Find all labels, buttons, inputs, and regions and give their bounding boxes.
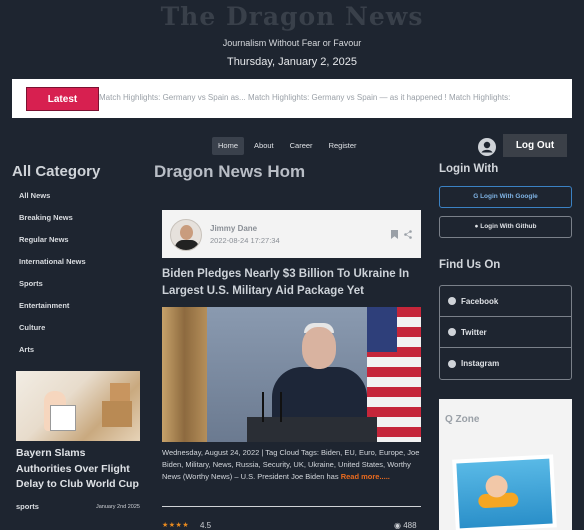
author-avatar <box>170 219 202 251</box>
nav-item-about[interactable]: About <box>248 137 280 155</box>
category-item-breaking-news[interactable]: Breaking News <box>19 212 86 234</box>
category-item-culture[interactable]: Culture <box>19 322 86 344</box>
q-zone-image[interactable] <box>452 454 557 530</box>
category-heading: All Category <box>12 163 101 180</box>
article-divider <box>162 506 421 507</box>
q-zone-heading: Q Zone <box>445 414 480 425</box>
social-twitter-label: Twitter <box>461 327 487 337</box>
social-facebook-label: Facebook <box>461 296 499 306</box>
rating-stars-icon: ★★★★ <box>162 522 190 529</box>
article-image[interactable] <box>162 307 421 442</box>
published-date: 2022-08-24 17:27:34 <box>210 236 280 245</box>
view-count-value: 488 <box>403 521 417 530</box>
social-instagram[interactable]: Instagram <box>440 348 571 379</box>
masthead: The Dragon News Journalism Without Fear … <box>0 0 584 68</box>
site-logo[interactable]: The Dragon News <box>0 2 584 32</box>
instagram-icon <box>448 359 456 368</box>
category-item-sports[interactable]: Sports <box>19 278 86 300</box>
side-card-meta: sports January 2nd 2025 <box>16 502 140 511</box>
article-author-bar: Jimmy Dane 2022-08-24 17:27:34 <box>162 210 421 258</box>
social-twitter[interactable]: Twitter <box>440 317 571 348</box>
author-name: Jimmy Dane <box>210 224 258 233</box>
category-list: All News Breaking News Regular News Inte… <box>19 190 86 366</box>
nav-item-register[interactable]: Register <box>323 137 363 155</box>
logout-button[interactable]: Log Out <box>503 134 567 157</box>
login-github-button[interactable]: ● Login With Github <box>439 216 572 238</box>
category-item-arts[interactable]: Arts <box>19 344 86 366</box>
share-icon[interactable] <box>404 230 412 239</box>
nav-item-home[interactable]: Home <box>212 137 245 155</box>
login-github-label: Login With Github <box>480 223 537 230</box>
latest-badge[interactable]: Latest <box>26 87 99 111</box>
q-zone-panel: Q Zone <box>439 399 572 530</box>
ticker-marquee[interactable]: Match Highlights: Germany vs Spain as...… <box>99 93 510 102</box>
social-facebook[interactable]: Facebook <box>440 286 571 317</box>
social-instagram-label: Instagram <box>461 359 500 368</box>
login-google-label: Login With Google <box>480 193 538 200</box>
side-card-tag: sports <box>16 501 39 511</box>
nav-item-career[interactable]: Career <box>284 137 319 155</box>
rating-value: 4.5 <box>200 521 212 530</box>
user-avatar-icon[interactable] <box>478 138 496 156</box>
category-item-entertainment[interactable]: Entertainment <box>19 300 86 322</box>
bookmark-icon[interactable] <box>391 230 398 239</box>
side-news-card[interactable]: Bayern Slams Authorities Over Flight Del… <box>16 371 140 511</box>
category-item-international-news[interactable]: International News <box>19 256 86 278</box>
eye-icon: ◉ <box>394 521 404 530</box>
read-more-link[interactable]: Read more..... <box>341 472 390 481</box>
article-headline[interactable]: Biden Pledges Nearly $3 Billion To Ukrai… <box>162 266 424 299</box>
latest-news-ticker: Latest Match Highlights: Germany vs Spai… <box>12 79 572 118</box>
side-card-image <box>16 371 140 441</box>
view-count: ◉ 488 <box>394 521 417 530</box>
social-links: Facebook Twitter Instagram <box>439 285 572 380</box>
side-card-title[interactable]: Bayern Slams Authorities Over Flight Del… <box>16 446 140 493</box>
twitter-icon <box>448 328 456 336</box>
main-nav: Home About Career Register <box>212 137 363 155</box>
side-card-date: January 2nd 2025 <box>95 503 140 510</box>
category-item-regular-news[interactable]: Regular News <box>19 234 86 256</box>
find-us-heading: Find Us On <box>439 259 501 271</box>
login-heading: Login With <box>439 163 499 175</box>
category-item-all-news[interactable]: All News <box>19 190 86 212</box>
site-tagline: Journalism Without Fear or Favour <box>222 38 362 48</box>
page-title: Dragon News Hom <box>154 162 306 181</box>
current-date: Thursday, January 2, 2025 <box>226 56 358 68</box>
login-google-button[interactable]: G Login With Google <box>439 186 572 208</box>
article-excerpt: Wednesday, August 24, 2022 | Tag Cloud T… <box>162 447 421 483</box>
facebook-icon <box>448 297 456 305</box>
